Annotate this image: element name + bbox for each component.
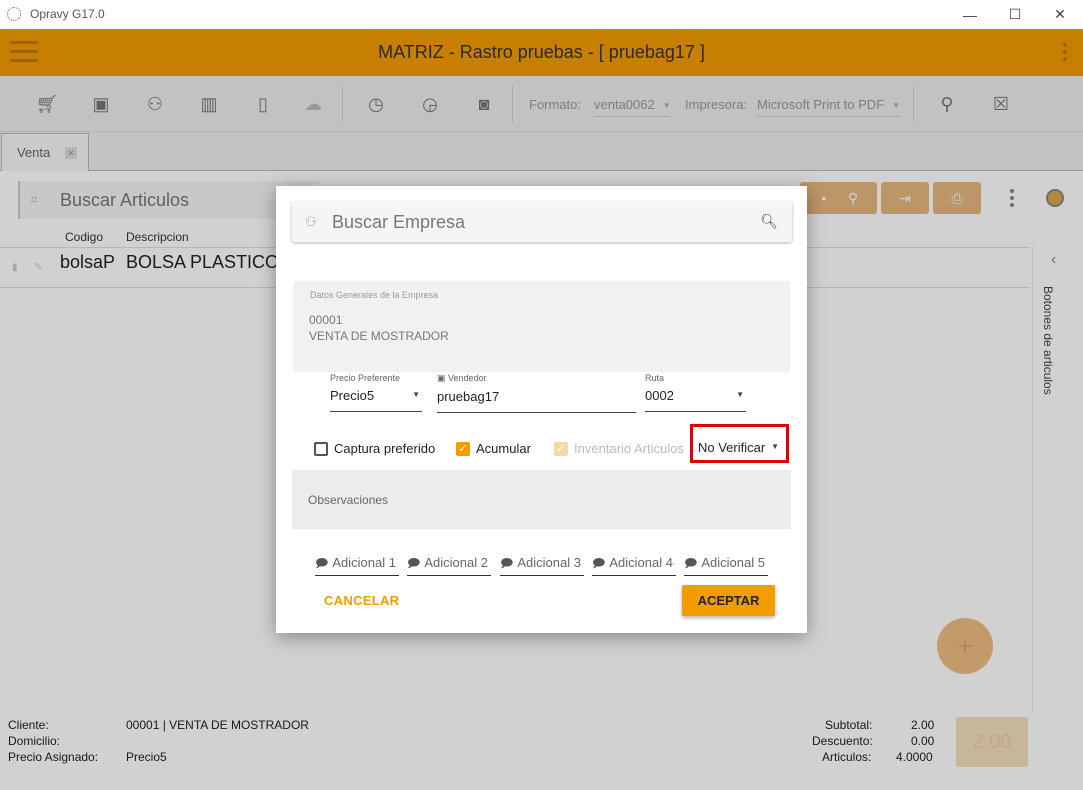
observaciones-input[interactable]: Observaciones (292, 470, 791, 529)
cancel-button[interactable]: CANCELAR (324, 593, 399, 608)
adicional-3-placeholder: Adicional 3 (517, 555, 581, 570)
checkbox-checked-icon: ✓ (456, 441, 470, 456)
search-icon[interactable]: 🔍︎ (760, 213, 778, 230)
chevron-down-icon: ▼ (736, 390, 744, 399)
precio-preferente-caption: Precio Preferente (330, 373, 401, 383)
empresa-dialog: ⚇ Buscar Empresa 🔍︎ Datos Generales de l… (276, 186, 807, 633)
company-name: VENTA DE MOSTRADOR (309, 329, 449, 343)
captura-preferido-checkbox[interactable]: Captura preferido (314, 441, 435, 456)
inventario-articulos-label: Inventario Articulos (574, 441, 684, 456)
adicional-3-input[interactable]: 🗩 Adicional 3 (500, 554, 584, 576)
minimize-button[interactable]: — (947, 0, 993, 29)
vendedor-field[interactable]: ▣ Vendedor pruebag17 (437, 373, 636, 413)
verificar-select[interactable]: No Verificar ▼ (690, 424, 789, 463)
comment-icon: 🗩 (315, 556, 329, 570)
accept-button[interactable]: ACEPTAR (682, 585, 775, 616)
company-info-box: Datos Generales de la Empresa 00001 VENT… (293, 281, 790, 372)
comment-icon: 🗩 (684, 556, 698, 570)
comment-icon: 🗩 (500, 556, 514, 570)
checkbox-unchecked-icon (314, 441, 328, 456)
acumular-checkbox[interactable]: ✓ Acumular (456, 441, 531, 456)
empresa-search-input[interactable]: ⚇ Buscar Empresa 🔍︎ (292, 202, 792, 242)
observaciones-placeholder: Observaciones (308, 493, 389, 507)
comment-icon: 🗩 (592, 556, 606, 570)
comment-icon: 🗩 (407, 556, 421, 570)
adicional-5-input[interactable]: 🗩 Adicional 5 (684, 554, 768, 576)
precio-preferente-value: Precio5 (330, 388, 375, 403)
empresa-search-placeholder: Buscar Empresa (332, 212, 466, 232)
captura-preferido-label: Captura preferido (334, 441, 436, 456)
acumular-label: Acumular (476, 441, 531, 456)
adicional-2-placeholder: Adicional 2 (424, 555, 488, 570)
vendedor-caption: Vendedor (448, 373, 487, 383)
app-icon (7, 7, 21, 21)
checkbox-checked-disabled-icon: ✓ (554, 441, 568, 456)
adicional-2-input[interactable]: 🗩 Adicional 2 (407, 554, 491, 576)
maximize-button[interactable]: ☐ (992, 0, 1038, 29)
window-titlebar: Opravy G17.0 — ☐ ✕ (0, 0, 1083, 29)
ruta-caption: Ruta (645, 373, 665, 383)
people-icon: ⚇ (305, 214, 317, 229)
chevron-down-icon: ▼ (771, 442, 779, 451)
adicional-4-placeholder: Adicional 4 (609, 555, 673, 570)
inventario-articulos-checkbox: ✓ Inventario Articulos (554, 441, 684, 456)
company-caption: Datos Generales de la Empresa (310, 290, 439, 300)
close-window-button[interactable]: ✕ (1037, 0, 1083, 29)
verificar-value: No Verificar (698, 440, 766, 455)
ruta-value: 0002 (645, 388, 674, 403)
adicional-1-input[interactable]: 🗩 Adicional 1 (315, 554, 399, 576)
precio-preferente-select[interactable]: Precio Preferente Precio5 ▼ (330, 373, 422, 412)
company-code: 00001 (309, 313, 343, 327)
person-badge-icon: ▣ (437, 373, 446, 383)
ruta-select[interactable]: Ruta 0002 ▼ (645, 373, 746, 412)
window-title: Opravy G17.0 (30, 7, 105, 21)
adicional-4-input[interactable]: 🗩 Adicional 4 (592, 554, 676, 576)
vendedor-value: pruebag17 (437, 389, 500, 404)
adicional-5-placeholder: Adicional 5 (701, 555, 765, 570)
adicional-1-placeholder: Adicional 1 (332, 555, 396, 570)
chevron-down-icon: ▼ (412, 390, 420, 399)
